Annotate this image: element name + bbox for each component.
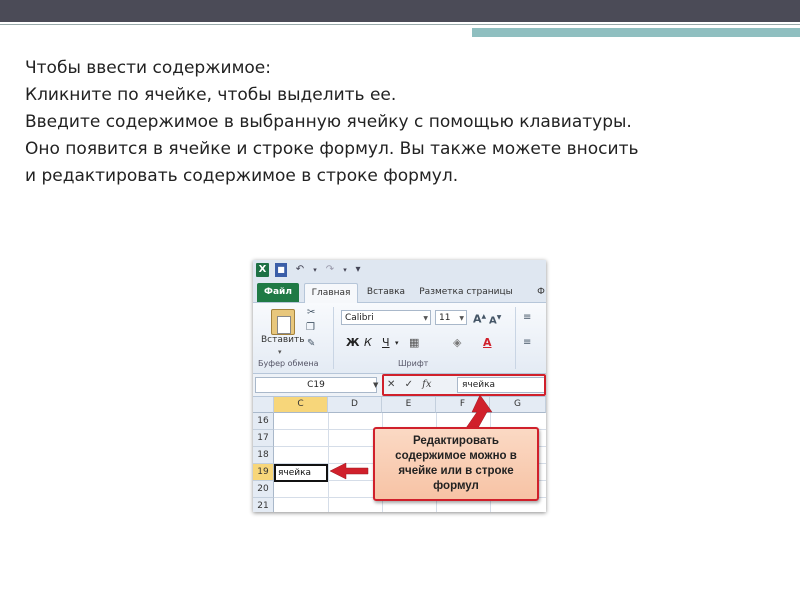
arrow-to-formula-bar — [465, 394, 493, 429]
callout-line: Редактировать — [413, 435, 499, 447]
callout-box: Редактировать содержимое можно в ячейке … — [373, 427, 539, 501]
callout-line: ячейке или в строке — [398, 465, 514, 477]
annotation-arrows — [329, 394, 493, 480]
callout-line: содержимое можно в — [395, 450, 517, 462]
callout-line: формул — [433, 480, 479, 492]
arrow-to-cell — [329, 462, 369, 480]
